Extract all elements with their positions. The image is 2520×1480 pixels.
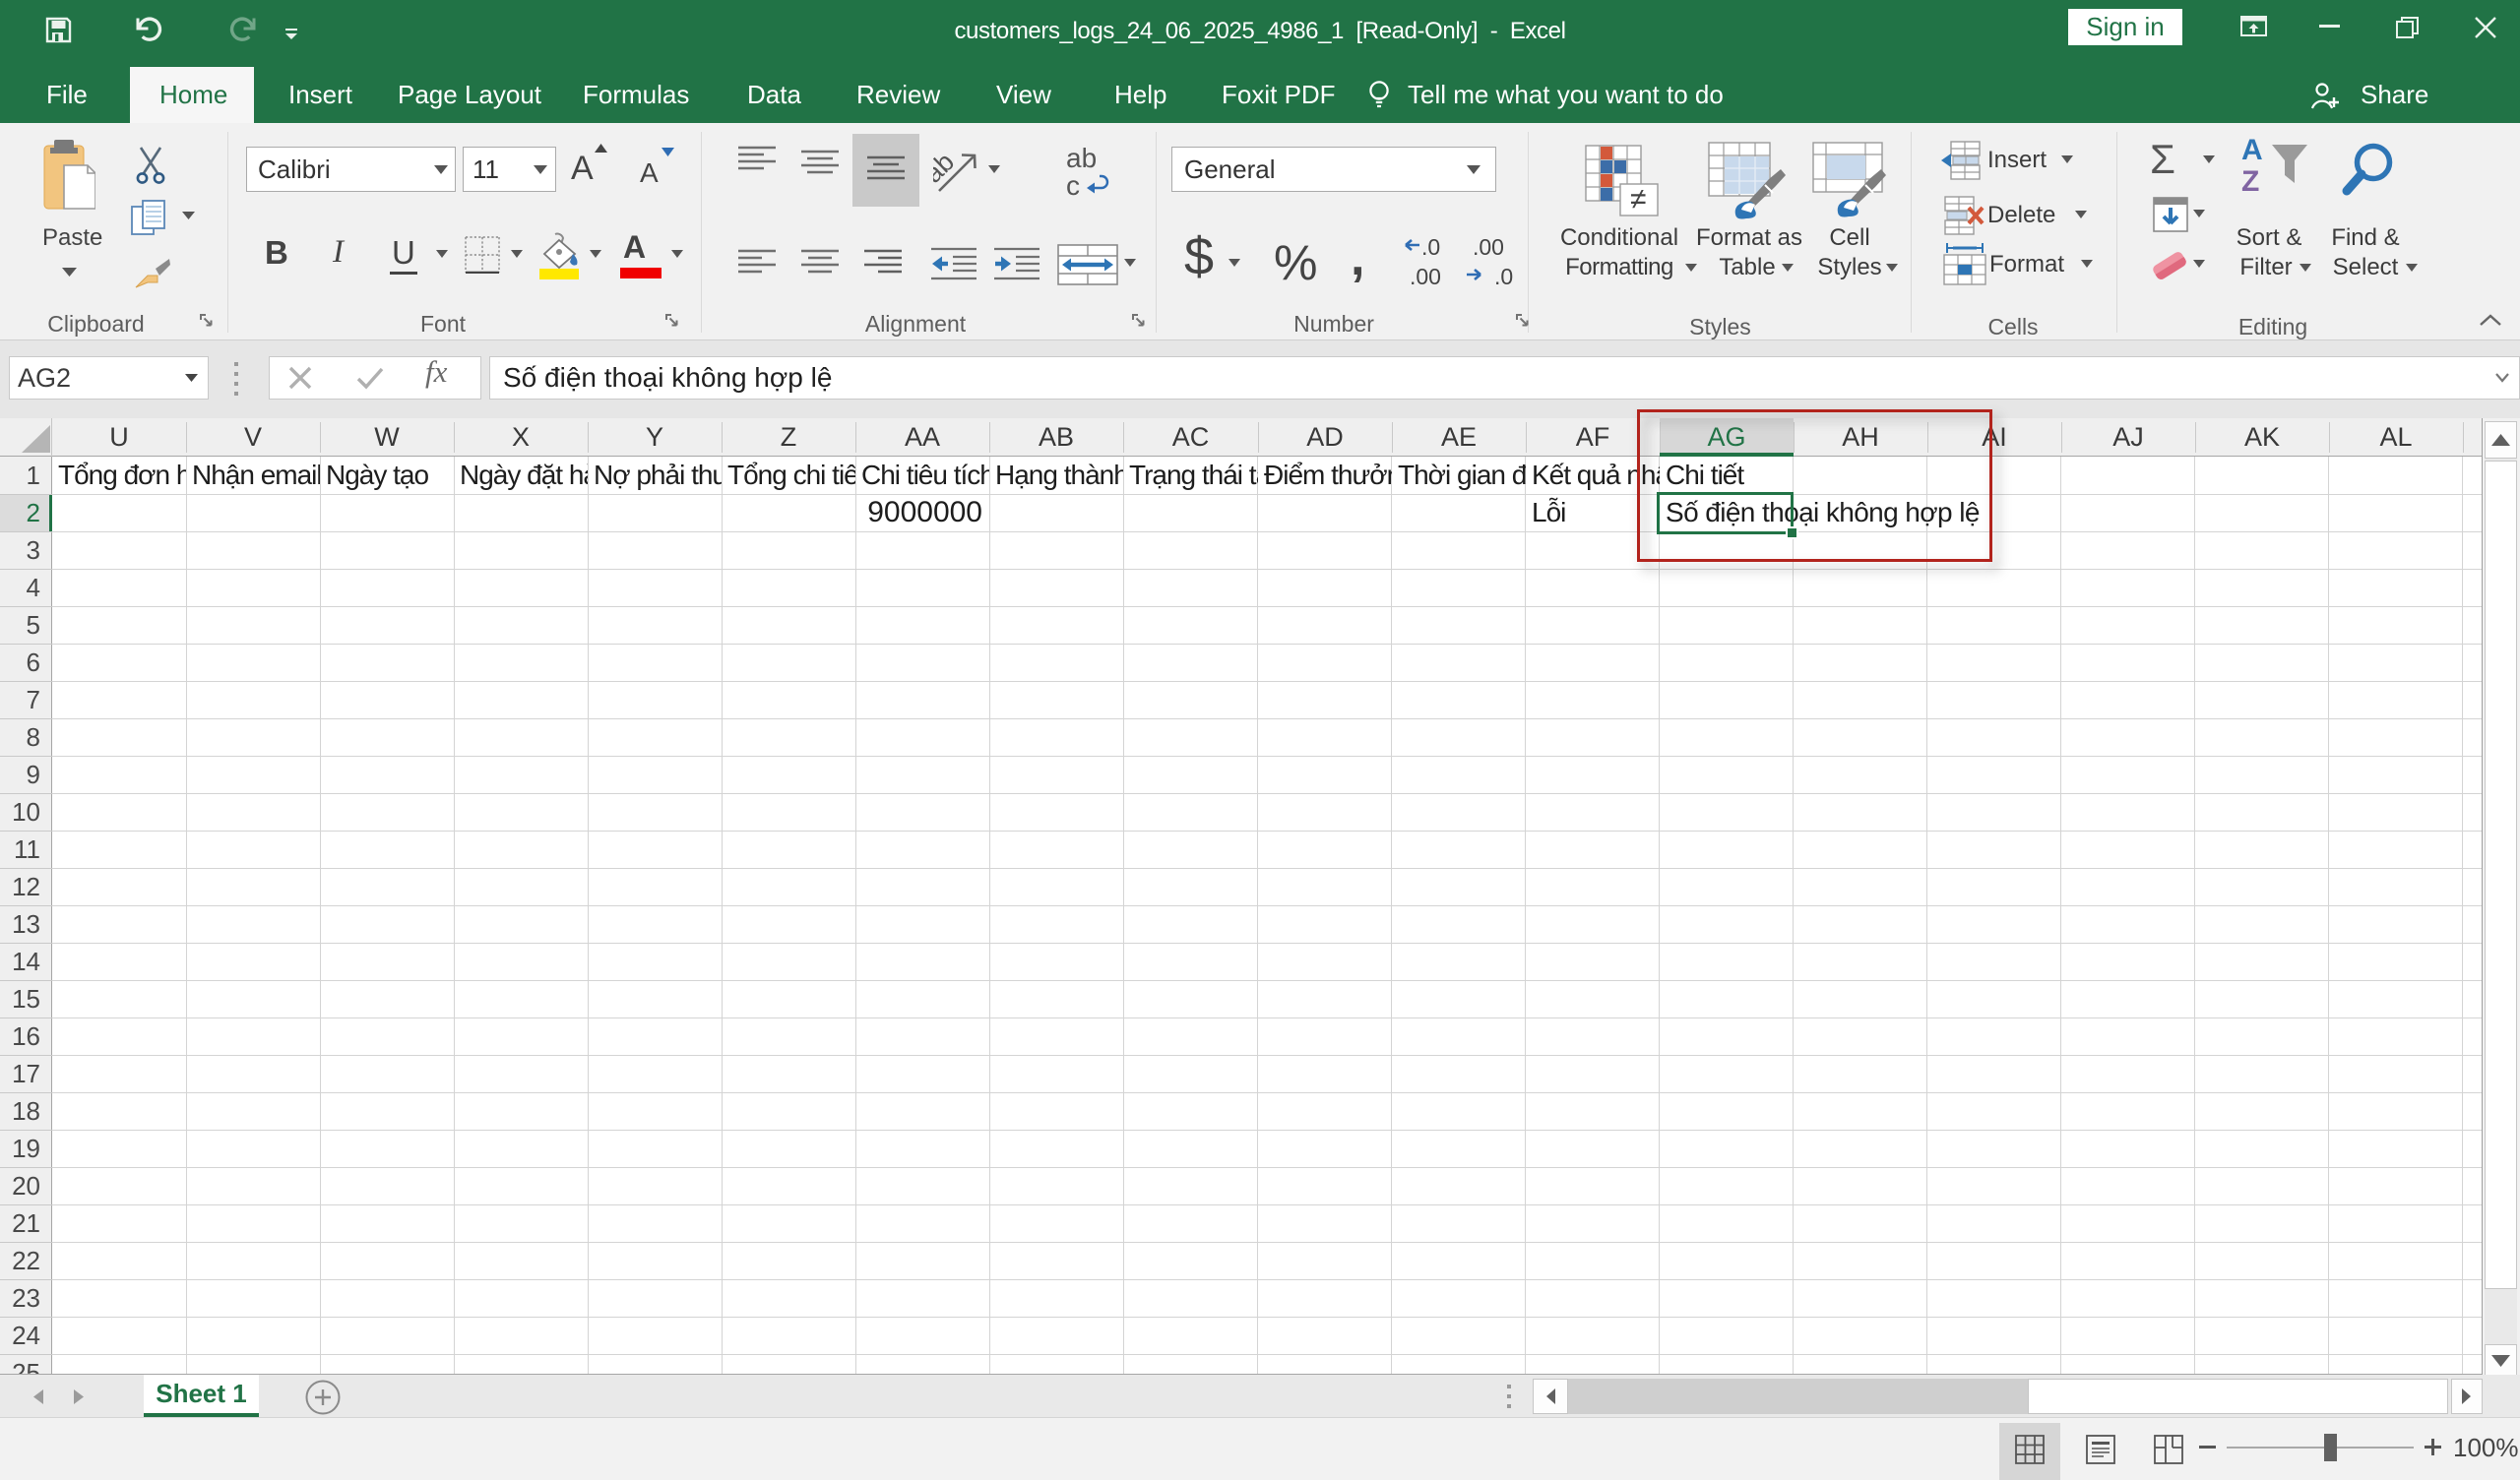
svg-text:≠: ≠	[1630, 183, 1646, 216]
svg-text:c: c	[1066, 170, 1080, 201]
svg-text:ab: ab	[1066, 146, 1097, 173]
